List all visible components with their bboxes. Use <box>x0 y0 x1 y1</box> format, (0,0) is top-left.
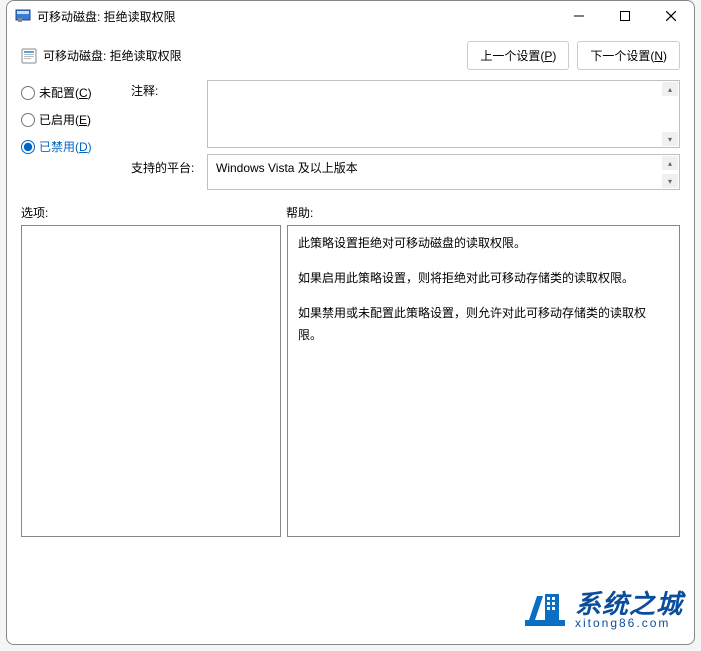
scroll-up-icon[interactable]: ▴ <box>662 82 678 96</box>
options-panel <box>21 225 281 537</box>
header-row: 可移动磁盘: 拒绝读取权限 上一个设置(P) 下一个设置(N) <box>7 31 694 76</box>
panels: 此策略设置拒绝对可移动磁盘的读取权限。 如果启用此策略设置，则将拒绝对此可移动存… <box>7 223 694 644</box>
radio-disabled-input[interactable] <box>21 140 35 154</box>
comment-textarea[interactable]: ▴ ▾ <box>207 80 680 148</box>
help-paragraph: 如果启用此策略设置，则将拒绝对此可移动存储类的读取权限。 <box>298 267 669 290</box>
maximize-button[interactable] <box>602 1 648 31</box>
field-values: ▴ ▾ Windows Vista 及以上版本 ▴ ▾ <box>207 80 680 190</box>
previous-setting-button[interactable]: 上一个设置(P) <box>467 41 569 70</box>
app-icon <box>15 8 31 24</box>
radio-not-configured-input[interactable] <box>21 86 35 100</box>
help-panel: 此策略设置拒绝对可移动磁盘的读取权限。 如果启用此策略设置，则将拒绝对此可移动存… <box>287 225 680 537</box>
window-title: 可移动磁盘: 拒绝读取权限 <box>37 8 176 25</box>
state-radio-group: 未配置(C) 已启用(E) 已禁用(D) <box>21 80 131 155</box>
window-controls <box>556 1 694 31</box>
comment-label: 注释: <box>131 82 203 99</box>
dialog-window: 可移动磁盘: 拒绝读取权限 可移动磁盘: 拒绝读取权限 <box>6 0 695 645</box>
config-row: 未配置(C) 已启用(E) 已禁用(D) 注释: 支持的平台: ▴ ▾ <box>7 76 694 192</box>
help-label: 帮助: <box>286 204 313 221</box>
titlebar: 可移动磁盘: 拒绝读取权限 <box>7 1 694 31</box>
radio-enabled-input[interactable] <box>21 113 35 127</box>
help-paragraph: 此策略设置拒绝对可移动磁盘的读取权限。 <box>298 232 669 255</box>
next-setting-button[interactable]: 下一个设置(N) <box>577 41 680 70</box>
platform-textarea[interactable]: Windows Vista 及以上版本 ▴ ▾ <box>207 154 680 190</box>
radio-disabled[interactable]: 已禁用(D) <box>21 138 131 155</box>
nav-buttons: 上一个设置(P) 下一个设置(N) <box>467 41 680 70</box>
minimize-button[interactable] <box>556 1 602 31</box>
field-labels: 注释: 支持的平台: <box>131 80 203 176</box>
scroll-down-icon[interactable]: ▾ <box>662 174 678 188</box>
close-button[interactable] <box>648 1 694 31</box>
platform-value: Windows Vista 及以上版本 <box>216 161 358 175</box>
scroll-down-icon[interactable]: ▾ <box>662 132 678 146</box>
panels-labels: 选项: 帮助: <box>7 192 694 223</box>
policy-title: 可移动磁盘: 拒绝读取权限 <box>43 47 182 64</box>
help-paragraph: 如果禁用或未配置此策略设置，则允许对此可移动存储类的读取权限。 <box>298 302 669 348</box>
platform-scrollbar[interactable]: ▴ ▾ <box>662 156 678 188</box>
platform-label: 支持的平台: <box>131 159 203 176</box>
comment-scrollbar[interactable]: ▴ ▾ <box>662 82 678 146</box>
policy-icon <box>21 48 37 64</box>
radio-not-configured[interactable]: 未配置(C) <box>21 84 131 101</box>
radio-enabled[interactable]: 已启用(E) <box>21 111 131 128</box>
options-label: 选项: <box>21 204 286 221</box>
scroll-up-icon[interactable]: ▴ <box>662 156 678 170</box>
